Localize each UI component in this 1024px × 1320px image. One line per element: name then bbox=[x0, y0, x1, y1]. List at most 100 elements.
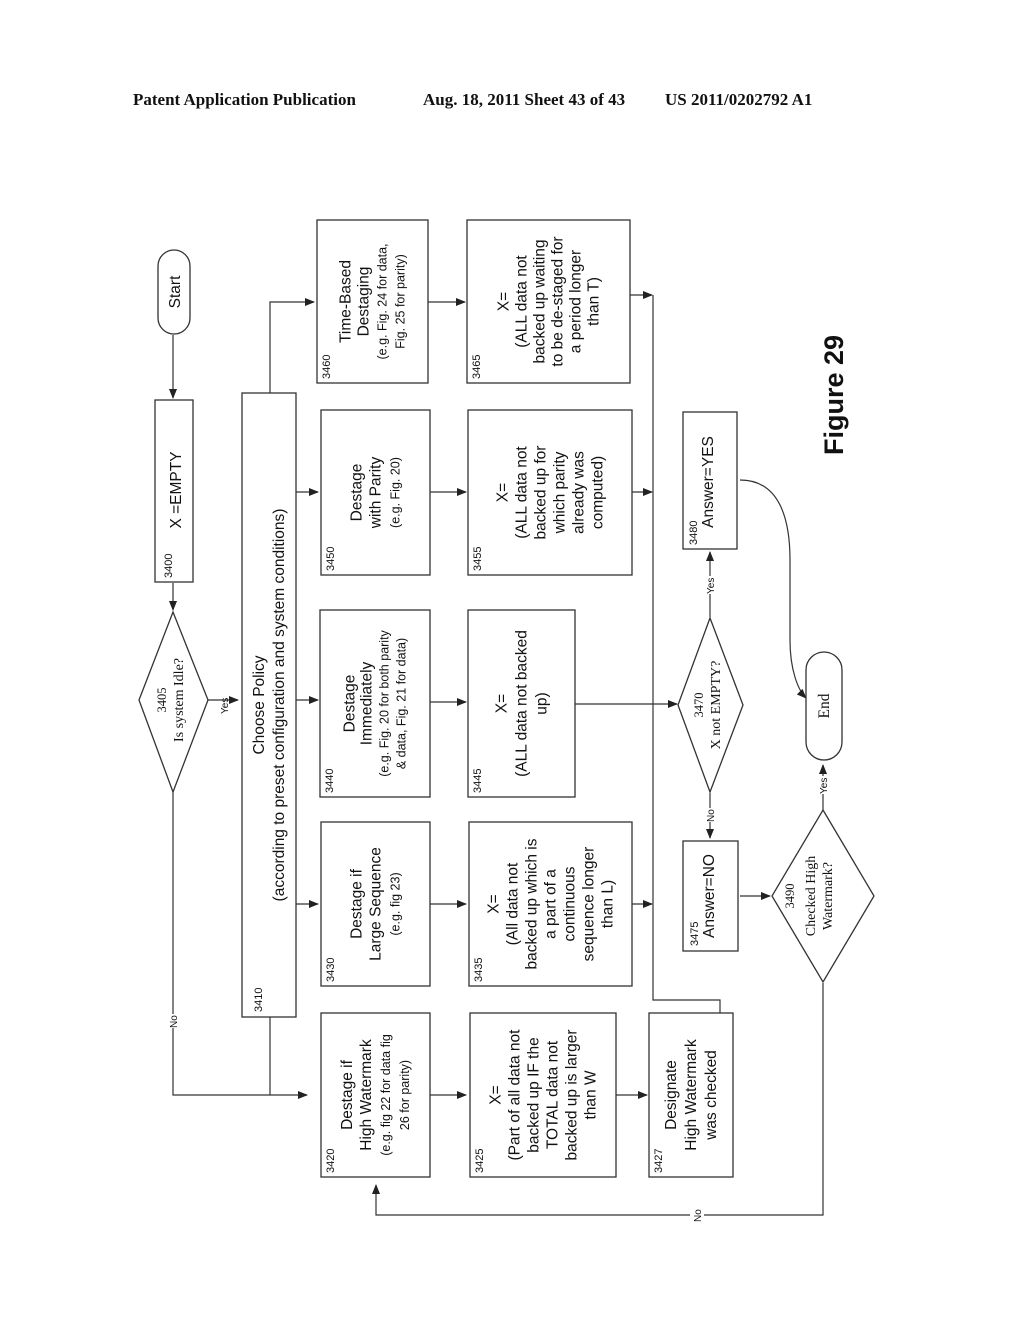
node-id: 3430 bbox=[325, 958, 337, 982]
node-3400-x-empty: 3400 X =EMPTY bbox=[154, 399, 194, 583]
node-text: Destage bbox=[342, 675, 359, 733]
node-id: 3400 bbox=[163, 554, 175, 578]
node-text: (e.g. Fig. 20) bbox=[389, 457, 403, 528]
label-checked-no: No bbox=[693, 1209, 704, 1222]
node-id: 3480 bbox=[688, 521, 700, 545]
node-text: backed up for bbox=[533, 446, 550, 540]
node-3440-destage-immediately: 3440 Destage Immediately (e.g. Fig. 20 for … bbox=[319, 609, 431, 798]
node-text: X= bbox=[486, 894, 503, 913]
node-3410-choose-policy: 3410 Choose Policy (according to preset … bbox=[241, 392, 297, 1018]
node-text: backed up waiting bbox=[532, 239, 549, 363]
node-text: (ALL data not bbox=[514, 255, 531, 348]
node-id: 3460 bbox=[321, 355, 333, 379]
node-text: backed up IF the bbox=[526, 1037, 543, 1152]
node-id: 3405 bbox=[155, 688, 169, 713]
label-checked-yes: Yes bbox=[819, 778, 830, 794]
node-3445-x-all-data: 3445 X= (ALL data not backed up) bbox=[467, 609, 576, 798]
node-text: Destage if bbox=[349, 868, 366, 938]
node-text: already was bbox=[571, 451, 588, 534]
node-text: Designate bbox=[663, 1060, 680, 1130]
node-text: was checked bbox=[703, 1050, 720, 1141]
node-text: than W bbox=[583, 1070, 600, 1119]
node-id: 3440 bbox=[324, 769, 336, 793]
label-notempty-no: No bbox=[706, 809, 717, 822]
edge-3410-3460 bbox=[269, 298, 315, 393]
node-text: continuous bbox=[562, 866, 579, 941]
node-3455-x-parity-computed: 3455 X= (ALL data not backed up for which pa… bbox=[467, 409, 633, 576]
node-text: (ALL data not backed bbox=[514, 630, 531, 777]
node-text: X= bbox=[494, 694, 511, 713]
node-id: 3410 bbox=[253, 988, 265, 1012]
flowchart: Yes No Yes No Yes No Start End 3400 X =E… bbox=[138, 219, 875, 1222]
node-id: 3420 bbox=[325, 1149, 337, 1173]
node-text: computed) bbox=[590, 456, 607, 529]
node-text: Choose Policy bbox=[251, 655, 268, 754]
node-3420-destage-high-watermark: 3420 Destage if High Watermark (e.g. fig 22… bbox=[320, 1012, 431, 1178]
node-text: X= bbox=[488, 1085, 505, 1104]
node-text: with Parity bbox=[368, 457, 385, 530]
node-text: Destaging bbox=[356, 267, 373, 337]
node-text: (Part of all data not bbox=[507, 1029, 524, 1161]
node-text: (e.g. Fig. 24 for data, bbox=[376, 243, 390, 359]
node-text: Checked High bbox=[804, 856, 819, 936]
node-3427-designate-high-watermark: 3427 Designate High Watermark was checked bbox=[648, 1012, 734, 1178]
node-id: 3470 bbox=[692, 693, 706, 718]
node-text: High Watermark bbox=[683, 1039, 700, 1151]
node-text: Destage if bbox=[339, 1059, 356, 1129]
start-label: Start bbox=[167, 275, 184, 308]
node-text: Answer=YES bbox=[700, 436, 717, 528]
node-id: 3465 bbox=[471, 355, 483, 379]
node-3450-destage-with-parity: 3450 Destage with Parity (e.g. Fig. 20) bbox=[320, 409, 431, 576]
node-text: (e.g. fig 22 for data fig bbox=[379, 1034, 393, 1156]
node-text: High Watermark bbox=[358, 1039, 375, 1151]
decision-3490-checked-high-watermark: 3490 Checked High Watermark? bbox=[771, 808, 875, 984]
node-id: 3490 bbox=[783, 884, 797, 909]
node-id: 3445 bbox=[472, 769, 484, 793]
node-id: 3450 bbox=[325, 547, 337, 571]
node-id: 3455 bbox=[472, 547, 484, 571]
node-text: 26 for parity) bbox=[398, 1060, 412, 1130]
node-3430-destage-large-sequence: 3430 Destage if Large Sequence (e.g. fig 23… bbox=[320, 821, 431, 987]
node-text: backed up is larger bbox=[564, 1030, 581, 1161]
node-3435-x-large-sequence: 3435 X= (All data not backed up which is a p… bbox=[468, 821, 633, 987]
node-text: up) bbox=[534, 692, 551, 714]
node-text: Destage bbox=[349, 464, 366, 522]
node-text: X =EMPTY bbox=[168, 451, 185, 528]
node-id: 3425 bbox=[474, 1149, 486, 1173]
node-text: & data, Fig. 21 for data) bbox=[395, 638, 409, 769]
end-terminal: End bbox=[805, 651, 843, 761]
node-3465-x-time-based: 3465 X= (ALL data not backed up waiting to b… bbox=[466, 219, 631, 384]
node-3460-time-based-destaging: 3460 Time-Based Destaging (e.g. Fig. 24 for… bbox=[316, 219, 429, 384]
node-text: Fig. 25 for parity) bbox=[394, 254, 408, 348]
node-text: backed up which is bbox=[524, 838, 541, 969]
node-text: TOTAL data not bbox=[545, 1040, 562, 1149]
node-text: X= bbox=[495, 483, 512, 502]
node-id: 3427 bbox=[653, 1149, 665, 1173]
node-text: (according to preset configuration and s… bbox=[271, 509, 288, 902]
node-text: Immediately bbox=[359, 661, 376, 745]
node-3475-answer-no: 3475 Answer=NO bbox=[682, 840, 739, 952]
node-text: (All data not bbox=[505, 862, 522, 945]
node-text: sequence longer bbox=[581, 847, 598, 962]
node-text: Large Sequence bbox=[368, 847, 385, 961]
node-id: 3435 bbox=[473, 958, 485, 982]
node-text: (e.g. fig 23) bbox=[389, 872, 403, 935]
node-text: Is system Idle? bbox=[172, 658, 187, 742]
figure-label: Figure 29 bbox=[819, 335, 849, 455]
label-idle-no: No bbox=[169, 1015, 180, 1028]
node-text: a part of a bbox=[543, 869, 560, 939]
node-text: (e.g. Fig. 20 for both parity bbox=[378, 629, 392, 776]
node-text: Time-Based bbox=[338, 260, 355, 343]
decision-3470-x-not-empty: 3470 X not EMPTY? bbox=[677, 616, 744, 794]
node-text: Watermark? bbox=[821, 862, 836, 930]
decision-3405-system-idle: 3405 Is system Idle? bbox=[138, 610, 209, 794]
node-text: which parity bbox=[552, 451, 569, 534]
node-text: a period longer bbox=[568, 250, 585, 353]
node-3480-answer-yes: 3480 Answer=YES bbox=[682, 411, 738, 550]
start-terminal: Start bbox=[157, 249, 191, 335]
node-text: than L) bbox=[600, 880, 617, 928]
node-id: 3475 bbox=[689, 922, 701, 946]
node-text: (ALL data not bbox=[514, 446, 531, 539]
node-text: than T) bbox=[586, 277, 603, 326]
node-3425-x-high-watermark: 3425 X= (Part of all data not backed up IF … bbox=[469, 1012, 617, 1178]
